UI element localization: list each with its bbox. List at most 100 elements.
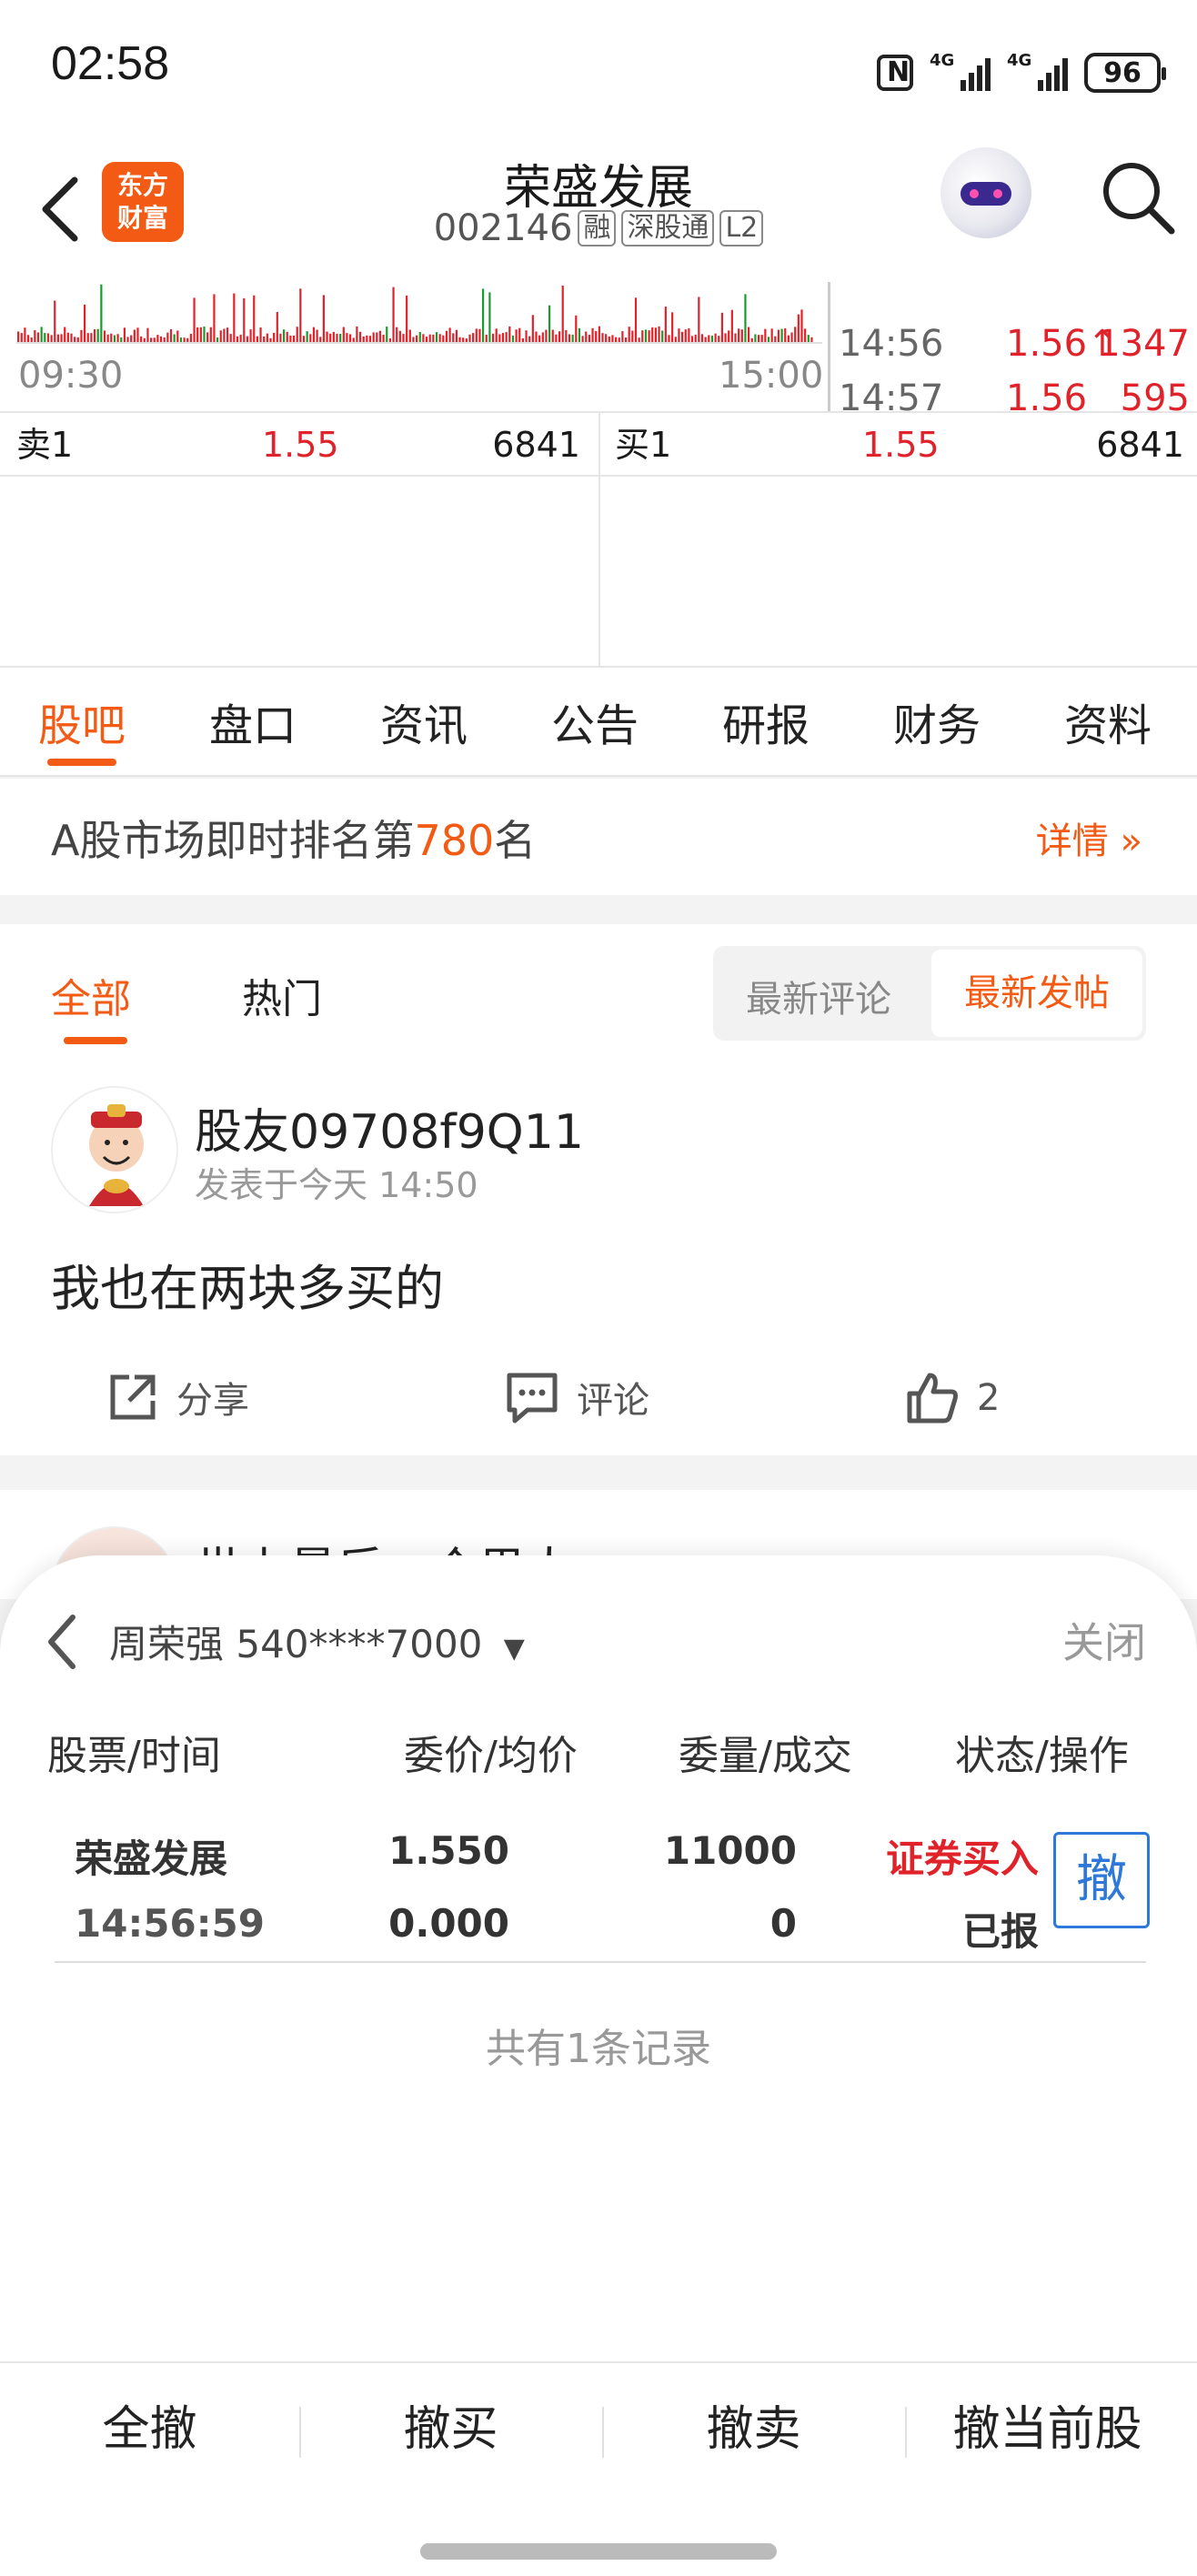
volume-bar bbox=[591, 327, 594, 342]
comment-button[interactable]: 评论 bbox=[504, 1370, 649, 1424]
volume-bar bbox=[286, 331, 288, 342]
volume-bar bbox=[472, 333, 475, 342]
time-axis-start: 09:30 bbox=[18, 355, 124, 397]
volume-bar bbox=[674, 337, 677, 342]
intraday-chart[interactable]: 09:30 15:00 14:56 1.56↑ 1347 14:57 1.56 … bbox=[0, 282, 1197, 413]
rank-bar[interactable]: A股市场即时排名第780名 详情 » bbox=[0, 779, 1197, 895]
tab-research[interactable]: 研报 bbox=[722, 689, 810, 753]
volume-bar bbox=[688, 328, 690, 342]
volume-bar bbox=[133, 329, 136, 342]
volume-bar bbox=[249, 329, 252, 342]
tab-profile[interactable]: 资料 bbox=[1064, 689, 1152, 753]
filled-quantity: 0 bbox=[770, 1901, 797, 1946]
tab-finance[interactable]: 财务 bbox=[893, 689, 981, 753]
volume-bar bbox=[777, 329, 780, 342]
volume-bar bbox=[292, 335, 296, 342]
tab-guba[interactable]: 股吧 bbox=[38, 689, 126, 753]
tab-announcements[interactable]: 公告 bbox=[551, 689, 639, 753]
cancel-all-button[interactable]: 全撤 bbox=[0, 2363, 299, 2500]
account-selector[interactable]: 周荣强 540****7000 ▼ bbox=[109, 1614, 525, 1669]
volume-bar bbox=[598, 326, 600, 342]
post-username[interactable]: 股友09708f9Q11 bbox=[195, 1093, 584, 1162]
volume-bar bbox=[698, 297, 700, 342]
search-icon[interactable] bbox=[1097, 156, 1179, 238]
volume-bar bbox=[382, 334, 385, 342]
post-body[interactable]: 我也在两块多买的 bbox=[51, 1248, 444, 1320]
volume-bar bbox=[482, 288, 485, 342]
volume-bar bbox=[219, 330, 222, 342]
tab-pankou[interactable]: 盘口 bbox=[209, 689, 297, 753]
like-button[interactable]: 2 bbox=[904, 1370, 1000, 1426]
volume-bar bbox=[412, 337, 415, 342]
volume-bar bbox=[368, 336, 372, 342]
volume-bar bbox=[508, 326, 511, 342]
volume-bar bbox=[535, 331, 538, 342]
cancel-buy-button[interactable]: 撤买 bbox=[301, 2363, 600, 2500]
stock-header: 东方 财富 荣盛发展 002146 融 深股通 L2 bbox=[0, 136, 1197, 282]
assistant-robot-icon[interactable] bbox=[940, 147, 1031, 238]
volume-bar bbox=[468, 334, 471, 342]
volume-bar bbox=[601, 333, 604, 342]
volume-bar bbox=[123, 327, 126, 342]
volume-bar bbox=[106, 334, 109, 342]
volume-bar bbox=[738, 328, 740, 342]
volume-bar bbox=[714, 333, 717, 342]
thumbs-up-icon bbox=[907, 1373, 958, 1424]
cancel-order-button[interactable]: 撤 bbox=[1053, 1832, 1150, 1928]
stock-code: 002146 bbox=[433, 207, 573, 249]
volume-bar bbox=[362, 336, 365, 342]
stock-tabs: 股吧 盘口 资讯 公告 研报 财务 资料 bbox=[0, 668, 1197, 777]
ask-1-label: 卖1 bbox=[16, 425, 74, 465]
volume-bar bbox=[276, 312, 278, 342]
volume-bar bbox=[213, 294, 216, 342]
sort-latest-post[interactable]: 最新发帖 bbox=[931, 950, 1142, 1037]
volume-bar bbox=[159, 336, 163, 342]
volume-bar bbox=[448, 327, 451, 342]
cancel-current-stock-button[interactable]: 撤当前股 bbox=[898, 2363, 1197, 2500]
filter-all[interactable]: 全部 bbox=[51, 966, 131, 1024]
rank-text: A股市场即时排名第780名 bbox=[51, 816, 537, 865]
tag-margin: 融 bbox=[578, 210, 617, 247]
volume-bar bbox=[206, 332, 209, 342]
tag-l2: L2 bbox=[719, 210, 764, 247]
back-chevron-icon[interactable] bbox=[42, 1610, 84, 1674]
avatar[interactable] bbox=[51, 1086, 178, 1213]
volume-bar bbox=[378, 330, 382, 342]
filter-hot[interactable]: 热门 bbox=[242, 966, 322, 1024]
volume-bar bbox=[193, 297, 196, 342]
share-icon bbox=[110, 1374, 156, 1420]
volume-bar bbox=[30, 337, 33, 342]
cancel-sell-button[interactable]: 撤卖 bbox=[604, 2363, 903, 2500]
tab-news[interactable]: 资讯 bbox=[380, 689, 468, 753]
volume-bar bbox=[475, 328, 478, 342]
volume-bar bbox=[302, 336, 306, 342]
dropdown-triangle-icon: ▼ bbox=[503, 1633, 525, 1665]
volume-bar bbox=[555, 334, 558, 342]
volume-bar bbox=[694, 334, 697, 342]
home-indicator[interactable] bbox=[420, 2543, 777, 2560]
volume-bar bbox=[807, 335, 810, 342]
volume-bar bbox=[538, 335, 541, 342]
volume-bar bbox=[618, 337, 620, 342]
share-button[interactable]: 分享 bbox=[106, 1370, 249, 1424]
volume-bar bbox=[571, 334, 574, 342]
volume-bar bbox=[754, 334, 757, 342]
volume-bar bbox=[253, 295, 256, 342]
volume-bar bbox=[728, 330, 730, 342]
volume-bar bbox=[668, 335, 670, 342]
volume-bar bbox=[810, 337, 813, 342]
volume-bar bbox=[631, 330, 634, 342]
volume-bar bbox=[525, 330, 528, 342]
volume-bar bbox=[46, 333, 50, 342]
volume-bar bbox=[774, 336, 777, 342]
volume-bar bbox=[70, 333, 73, 342]
rank-detail-link[interactable]: 详情 » bbox=[1036, 811, 1142, 864]
volume-bar bbox=[316, 329, 318, 342]
column-header-quantity: 委量/成交 bbox=[679, 1733, 852, 1779]
column-header-status: 状态/操作 bbox=[955, 1733, 1129, 1779]
sort-toggle: 最新评论 最新发帖 bbox=[713, 946, 1146, 1041]
close-button[interactable]: 关闭 bbox=[1062, 1610, 1146, 1670]
sort-latest-comment[interactable]: 最新评论 bbox=[746, 970, 891, 1022]
volume-bar bbox=[372, 332, 375, 342]
post-time: 发表于今天 14:50 bbox=[195, 1165, 478, 1205]
